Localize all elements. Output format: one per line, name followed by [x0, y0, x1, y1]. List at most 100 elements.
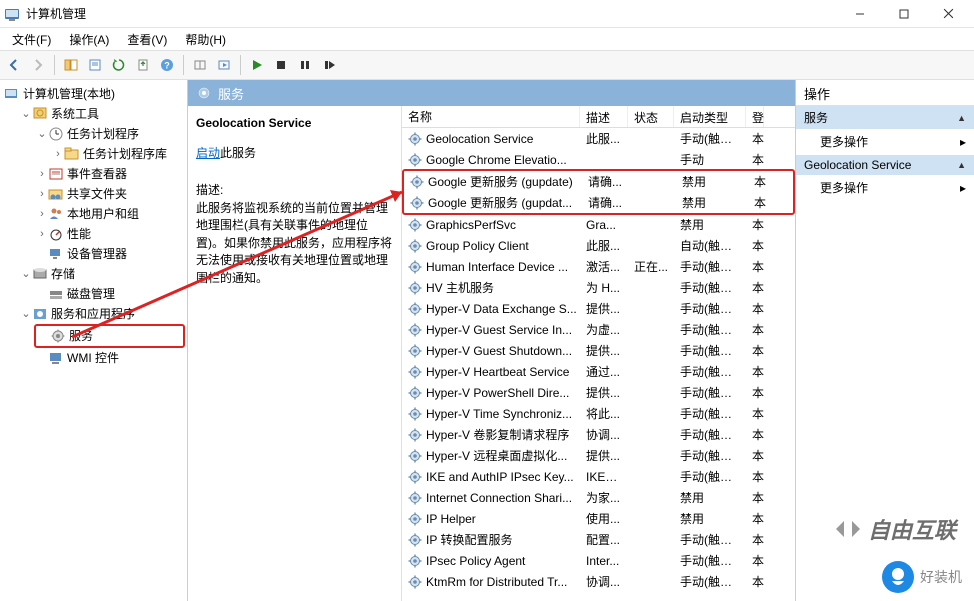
service-name: IPsec Policy Agent	[426, 554, 525, 568]
service-desc: 通过...	[580, 363, 628, 380]
actions-selected-section[interactable]: Geolocation Service ▲	[796, 155, 974, 175]
tree-disk-management[interactable]: 磁盘管理	[34, 284, 185, 304]
service-row[interactable]: IP 转换配置服务配置...手动(触发...本	[402, 529, 795, 550]
properties-button[interactable]	[85, 55, 105, 75]
service-logon: 本	[746, 426, 764, 443]
service-row[interactable]: Google 更新服务 (gupdat...请确...禁用本	[404, 192, 793, 213]
collapse-icon[interactable]: ⌄	[20, 105, 32, 123]
show-hide-button[interactable]	[61, 55, 81, 75]
service-status: 正在...	[628, 258, 674, 275]
gear-icon	[408, 491, 422, 505]
expand-icon[interactable]: ›	[36, 185, 48, 203]
service-startup: 禁用	[674, 489, 746, 506]
service-row[interactable]: Hyper-V Data Exchange S...提供...手动(触发...本	[402, 298, 795, 319]
service-row[interactable]: Google 更新服务 (gupdate)请确...禁用本	[404, 171, 793, 192]
actions-services-section[interactable]: 服务 ▲	[796, 106, 974, 129]
col-status[interactable]: 状态	[628, 106, 674, 127]
actions-more-2[interactable]: 更多操作 ▸	[796, 175, 974, 201]
expand-icon[interactable]: ›	[52, 145, 64, 163]
tree-task-scheduler-lib[interactable]: › 任务计划程序库	[50, 144, 185, 164]
service-row[interactable]: Group Policy Client此服...自动(触发...本	[402, 235, 795, 256]
tree-event-viewer[interactable]: › 事件查看器	[34, 164, 185, 184]
restart-service-button[interactable]	[319, 55, 339, 75]
service-row[interactable]: Human Interface Device ...激活...正在...手动(触…	[402, 256, 795, 277]
menu-file[interactable]: 文件(F)	[4, 29, 59, 50]
service-row[interactable]: Hyper-V Guest Service In...为虚...手动(触发...…	[402, 319, 795, 340]
service-startup: 禁用	[674, 510, 746, 527]
collapse-icon[interactable]: ⌄	[20, 265, 32, 283]
collapse-icon[interactable]: ⌄	[20, 305, 32, 323]
gear-icon	[408, 281, 422, 295]
menu-help[interactable]: 帮助(H)	[177, 29, 234, 50]
toolbar-view2-button[interactable]	[214, 55, 234, 75]
export-button[interactable]	[133, 55, 153, 75]
help-button[interactable]: ?	[157, 55, 177, 75]
desc-label: 描述:	[196, 181, 393, 198]
service-logon: 本	[746, 279, 764, 296]
tree-pane[interactable]: 计算机管理(本地) ⌄ 系统工具 ⌄ 任务计划程序 › 任务计划程序库	[0, 80, 188, 601]
collapse-icon[interactable]: ⌄	[36, 125, 48, 143]
stop-service-button[interactable]	[271, 55, 291, 75]
tree-local-users[interactable]: › 本地用户和组	[34, 204, 185, 224]
menu-view[interactable]: 查看(V)	[119, 29, 175, 50]
expand-icon[interactable]: ›	[36, 205, 48, 223]
service-desc: 为家...	[580, 489, 628, 506]
service-row[interactable]: Hyper-V Time Synchroniz...将此...手动(触发...本	[402, 403, 795, 424]
expand-icon[interactable]: ›	[36, 225, 48, 243]
service-row[interactable]: Hyper-V PowerShell Dire...提供...手动(触发...本	[402, 382, 795, 403]
tree-services-apps[interactable]: ⌄ 服务和应用程序	[18, 304, 185, 324]
actions-more-1[interactable]: 更多操作 ▸	[796, 129, 974, 155]
service-row[interactable]: Internet Connection Shari...为家...禁用本	[402, 487, 795, 508]
service-name: HV 主机服务	[426, 279, 494, 296]
service-startup: 手动(触发...	[674, 300, 746, 317]
tree-shared-folders[interactable]: › 共享文件夹	[34, 184, 185, 204]
col-logon[interactable]: 登	[746, 106, 764, 127]
minimize-button[interactable]	[838, 0, 882, 28]
service-name: Geolocation Service	[426, 132, 533, 146]
service-row[interactable]: Hyper-V Guest Shutdown...提供...手动(触发...本	[402, 340, 795, 361]
tree-performance[interactable]: › 性能	[34, 224, 185, 244]
service-row[interactable]: IP Helper使用...禁用本	[402, 508, 795, 529]
service-detail-pane: Geolocation Service 启动此服务 描述: 此服务将监视系统的当…	[188, 106, 402, 601]
back-button[interactable]	[4, 55, 24, 75]
service-name: Google 更新服务 (gupdat...	[428, 194, 572, 211]
service-row[interactable]: Google Chrome Elevatio...手动本	[402, 149, 795, 170]
service-row[interactable]: IKE and AuthIP IPsec Key...IKEE...手动(触发.…	[402, 466, 795, 487]
service-row[interactable]: HV 主机服务为 H...手动(触发...本	[402, 277, 795, 298]
tree-label: 磁盘管理	[67, 285, 115, 303]
service-logon: 本	[746, 342, 764, 359]
service-row[interactable]: GraphicsPerfSvcGra...禁用本	[402, 214, 795, 235]
actions-title: 操作	[796, 80, 974, 106]
tree-storage[interactable]: ⌄ 存储	[18, 264, 185, 284]
service-row[interactable]: Hyper-V 卷影复制请求程序协调...手动(触发...本	[402, 424, 795, 445]
service-row[interactable]: Hyper-V 远程桌面虚拟化...提供...手动(触发...本	[402, 445, 795, 466]
pause-service-button[interactable]	[295, 55, 315, 75]
expand-icon[interactable]: ›	[36, 165, 48, 183]
service-row[interactable]: KtmRm for Distributed Tr...协调...手动(触发...…	[402, 571, 795, 592]
col-desc[interactable]: 描述	[580, 106, 628, 127]
tree-root[interactable]: 计算机管理(本地)	[2, 84, 185, 104]
tree-task-scheduler[interactable]: ⌄ 任务计划程序	[34, 124, 185, 144]
start-service-button[interactable]	[247, 55, 267, 75]
maximize-button[interactable]	[882, 0, 926, 28]
service-row[interactable]: IPsec Policy AgentInter...手动(触发...本	[402, 550, 795, 571]
tree-system-tools[interactable]: ⌄ 系统工具	[18, 104, 185, 124]
col-startup[interactable]: 启动类型	[674, 106, 746, 127]
refresh-button[interactable]	[109, 55, 129, 75]
close-button[interactable]	[926, 0, 970, 28]
tree-device-manager[interactable]: 设备管理器	[34, 244, 185, 264]
service-row[interactable]: Geolocation Service此服...手动(触发...本	[402, 128, 795, 149]
services-list[interactable]: 名称 描述 状态 启动类型 登 Geolocation Service此服...…	[402, 106, 795, 601]
tree-wmi[interactable]: WMI 控件	[34, 348, 185, 368]
service-desc: 提供...	[580, 384, 628, 401]
col-name[interactable]: 名称	[402, 106, 580, 127]
tree-label: 任务计划程序库	[83, 145, 167, 163]
forward-button[interactable]	[28, 55, 48, 75]
gear-icon	[408, 449, 422, 463]
service-name: Human Interface Device ...	[426, 260, 568, 274]
menu-action[interactable]: 操作(A)	[61, 29, 117, 50]
toolbar-view1-button[interactable]	[190, 55, 210, 75]
start-service-link[interactable]: 启动	[196, 146, 220, 160]
service-row[interactable]: Hyper-V Heartbeat Service通过...手动(触发...本	[402, 361, 795, 382]
tree-services[interactable]: 服务	[34, 324, 185, 348]
